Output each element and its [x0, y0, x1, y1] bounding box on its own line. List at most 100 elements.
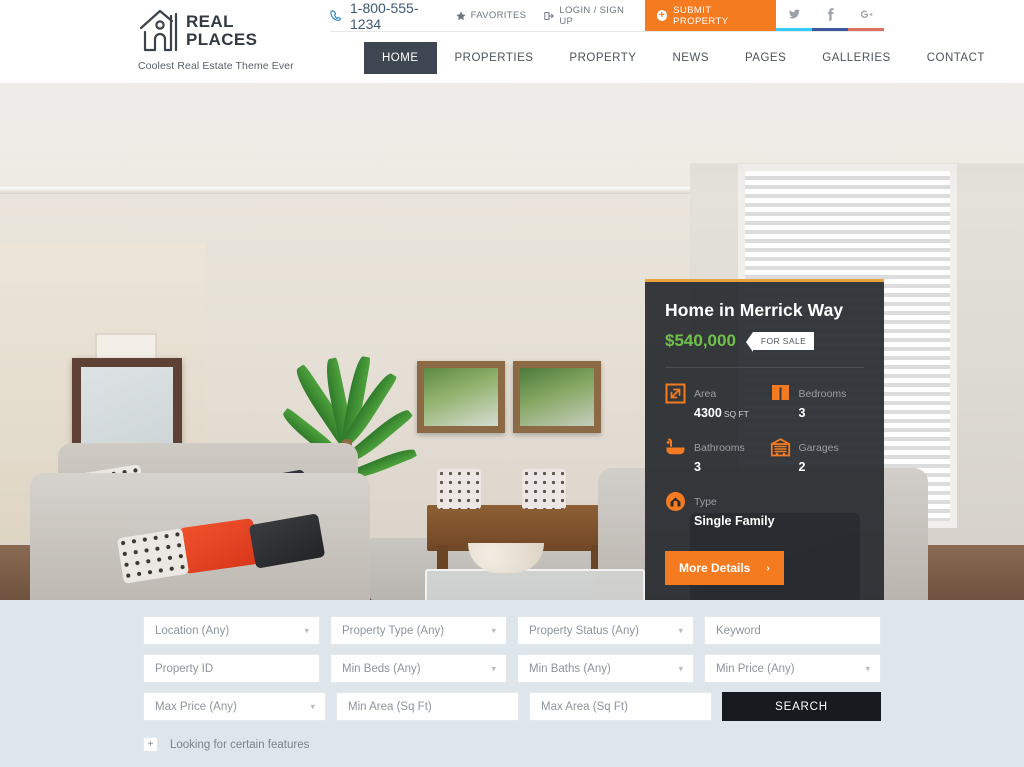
- logo-line-1: REAL: [186, 11, 234, 31]
- chevron-down-icon: ▾: [491, 625, 496, 635]
- spec-type-label: Type: [694, 496, 717, 508]
- nav-item-property[interactable]: PROPERTY: [551, 42, 654, 74]
- spec-garages-value: 2: [798, 460, 806, 474]
- max-area-input-placeholder: Max Area (Sq Ft): [541, 700, 628, 713]
- garage-icon: [770, 437, 791, 458]
- min-area-input[interactable]: Min Area (Sq Ft): [336, 692, 519, 721]
- nav-item-contact[interactable]: CONTACT: [909, 42, 1003, 74]
- max-area-input[interactable]: Max Area (Sq Ft): [529, 692, 712, 721]
- more-details-label: More Details: [679, 561, 751, 575]
- social-links: [776, 0, 884, 31]
- property-id-input[interactable]: Property ID: [143, 654, 320, 683]
- spec-area: Area 4300 SQ FT: [665, 383, 760, 423]
- quick-search-panel: Location (Any) ▾ Property Type (Any) ▾ P…: [0, 600, 1024, 767]
- spec-type-value: Single Family: [694, 514, 775, 528]
- header-utility-bar: 1-800-555-1234 FAVORITES LOGIN / SIGN UP…: [330, 0, 884, 32]
- property-type-select-value: Property Type (Any): [342, 624, 445, 637]
- chevron-down-icon: ▾: [491, 663, 496, 673]
- spec-area-unit: SQ FT: [723, 409, 749, 419]
- spec-garages: Garages 2: [770, 437, 865, 477]
- chevron-right-icon: ›: [766, 562, 770, 574]
- min-beds-select-value: Min Beds (Any): [342, 662, 421, 675]
- page-root: REAL PLACES Coolest Real Estate Theme Ev…: [0, 0, 1024, 767]
- utility-links: FAVORITES LOGIN / SIGN UP + SUBMIT PROPE…: [447, 0, 884, 31]
- location-select-value: Location (Any): [155, 624, 230, 637]
- twitter-icon[interactable]: [776, 0, 812, 31]
- bathtub-icon: [665, 437, 686, 458]
- min-beds-select[interactable]: Min Beds (Any) ▾: [330, 654, 507, 683]
- nav-item-pages[interactable]: PAGES: [727, 42, 804, 74]
- logo-line-2: PLACES: [186, 29, 258, 49]
- search-row-2: Property ID Min Beds (Any) ▾ Min Baths (…: [143, 654, 881, 683]
- house-logo-icon: [138, 6, 184, 54]
- chevron-down-icon: ▾: [865, 663, 870, 673]
- logo-tagline: Coolest Real Estate Theme Ever: [138, 60, 294, 72]
- property-type-select[interactable]: Property Type (Any) ▾: [330, 616, 507, 645]
- header-phone[interactable]: 1-800-555-1234: [330, 0, 447, 32]
- logo-wordmark: REAL PLACES: [186, 13, 257, 48]
- property-id-input-placeholder: Property ID: [155, 662, 214, 675]
- spec-type: Type Single Family: [665, 491, 864, 531]
- chevron-down-icon: ▾: [310, 701, 315, 711]
- favorites-label: FAVORITES: [470, 10, 527, 21]
- facebook-icon[interactable]: [812, 0, 848, 31]
- plus-icon[interactable]: +: [143, 737, 158, 752]
- login-signup-label: LOGIN / SIGN UP: [559, 4, 625, 27]
- min-area-input-placeholder: Min Area (Sq Ft): [348, 700, 432, 713]
- features-toggle-row: + Looking for certain features: [143, 737, 881, 752]
- main-navigation: HOME PROPERTIES PROPERTY NEWS PAGES GALL…: [330, 31, 984, 83]
- spec-bathrooms-value: 3: [694, 460, 701, 474]
- hero-section: Home in Merrick Way $540,000 FOR SALE Ar…: [0, 83, 1024, 600]
- login-signup-link[interactable]: LOGIN / SIGN UP: [535, 0, 644, 31]
- more-details-button[interactable]: More Details ›: [665, 551, 784, 585]
- chevron-down-icon: ▾: [678, 663, 683, 673]
- min-price-select[interactable]: Min Price (Any) ▾: [704, 654, 881, 683]
- spec-area-value: 4300: [694, 406, 722, 420]
- nav-item-properties[interactable]: PROPERTIES: [437, 42, 552, 74]
- nav-list: HOME PROPERTIES PROPERTY NEWS PAGES GALL…: [330, 32, 984, 83]
- bedroom-icon: [770, 383, 791, 404]
- spec-bathrooms: Bathrooms 3: [665, 437, 760, 477]
- property-price: $540,000: [665, 331, 736, 350]
- site-logo[interactable]: REAL PLACES Coolest Real Estate Theme Ev…: [138, 6, 318, 72]
- property-specs: Area 4300 SQ FT Bedrooms 3 Bathrooms 3 G…: [665, 367, 864, 531]
- property-status-select[interactable]: Property Status (Any) ▾: [517, 616, 694, 645]
- location-select[interactable]: Location (Any) ▾: [143, 616, 320, 645]
- max-price-select[interactable]: Max Price (Any) ▾: [143, 692, 326, 721]
- search-row-3: Max Price (Any) ▾ Min Area (Sq Ft) Max A…: [143, 692, 881, 721]
- home-type-icon: [665, 491, 686, 512]
- property-status-select-value: Property Status (Any): [529, 624, 639, 637]
- min-price-select-value: Min Price (Any): [716, 662, 795, 675]
- property-title: Home in Merrick Way: [665, 300, 844, 320]
- keyword-input-placeholder: Keyword: [716, 624, 761, 637]
- plus-circle-icon: +: [656, 10, 668, 21]
- area-arrows-icon: [665, 383, 686, 404]
- spec-bedrooms-label: Bedrooms: [798, 388, 847, 400]
- spec-area-label: Area: [694, 388, 717, 400]
- site-header: REAL PLACES Coolest Real Estate Theme Ev…: [0, 0, 1024, 83]
- status-badge: FOR SALE: [745, 332, 815, 352]
- keyword-input[interactable]: Keyword: [704, 616, 881, 645]
- googleplus-icon[interactable]: [848, 0, 884, 31]
- nav-item-galleries[interactable]: GALLERIES: [804, 42, 908, 74]
- min-baths-select-value: Min Baths (Any): [529, 662, 611, 675]
- submit-property-label: SUBMIT PROPERTY: [673, 4, 729, 27]
- min-baths-select[interactable]: Min Baths (Any) ▾: [517, 654, 694, 683]
- nav-item-home[interactable]: HOME: [364, 41, 437, 74]
- features-toggle-label[interactable]: Looking for certain features: [170, 739, 309, 751]
- star-icon: [455, 11, 466, 21]
- search-button[interactable]: SEARCH: [722, 692, 881, 721]
- chevron-down-icon: ▾: [304, 625, 309, 635]
- property-price-row: $540,000 FOR SALE: [665, 331, 864, 367]
- favorites-link[interactable]: FAVORITES: [447, 0, 536, 31]
- spec-bedrooms: Bedrooms 3: [770, 383, 865, 423]
- submit-property-button[interactable]: + SUBMIT PROPERTY: [644, 0, 776, 31]
- login-icon: [544, 11, 554, 21]
- phone-number: 1-800-555-1234: [350, 0, 419, 32]
- spec-garages-label: Garages: [798, 442, 839, 454]
- spec-bedrooms-value: 3: [798, 406, 806, 420]
- phone-icon: [330, 9, 344, 23]
- spec-bathrooms-label: Bathrooms: [694, 442, 745, 454]
- nav-item-news[interactable]: NEWS: [654, 42, 727, 74]
- chevron-down-icon: ▾: [678, 625, 683, 635]
